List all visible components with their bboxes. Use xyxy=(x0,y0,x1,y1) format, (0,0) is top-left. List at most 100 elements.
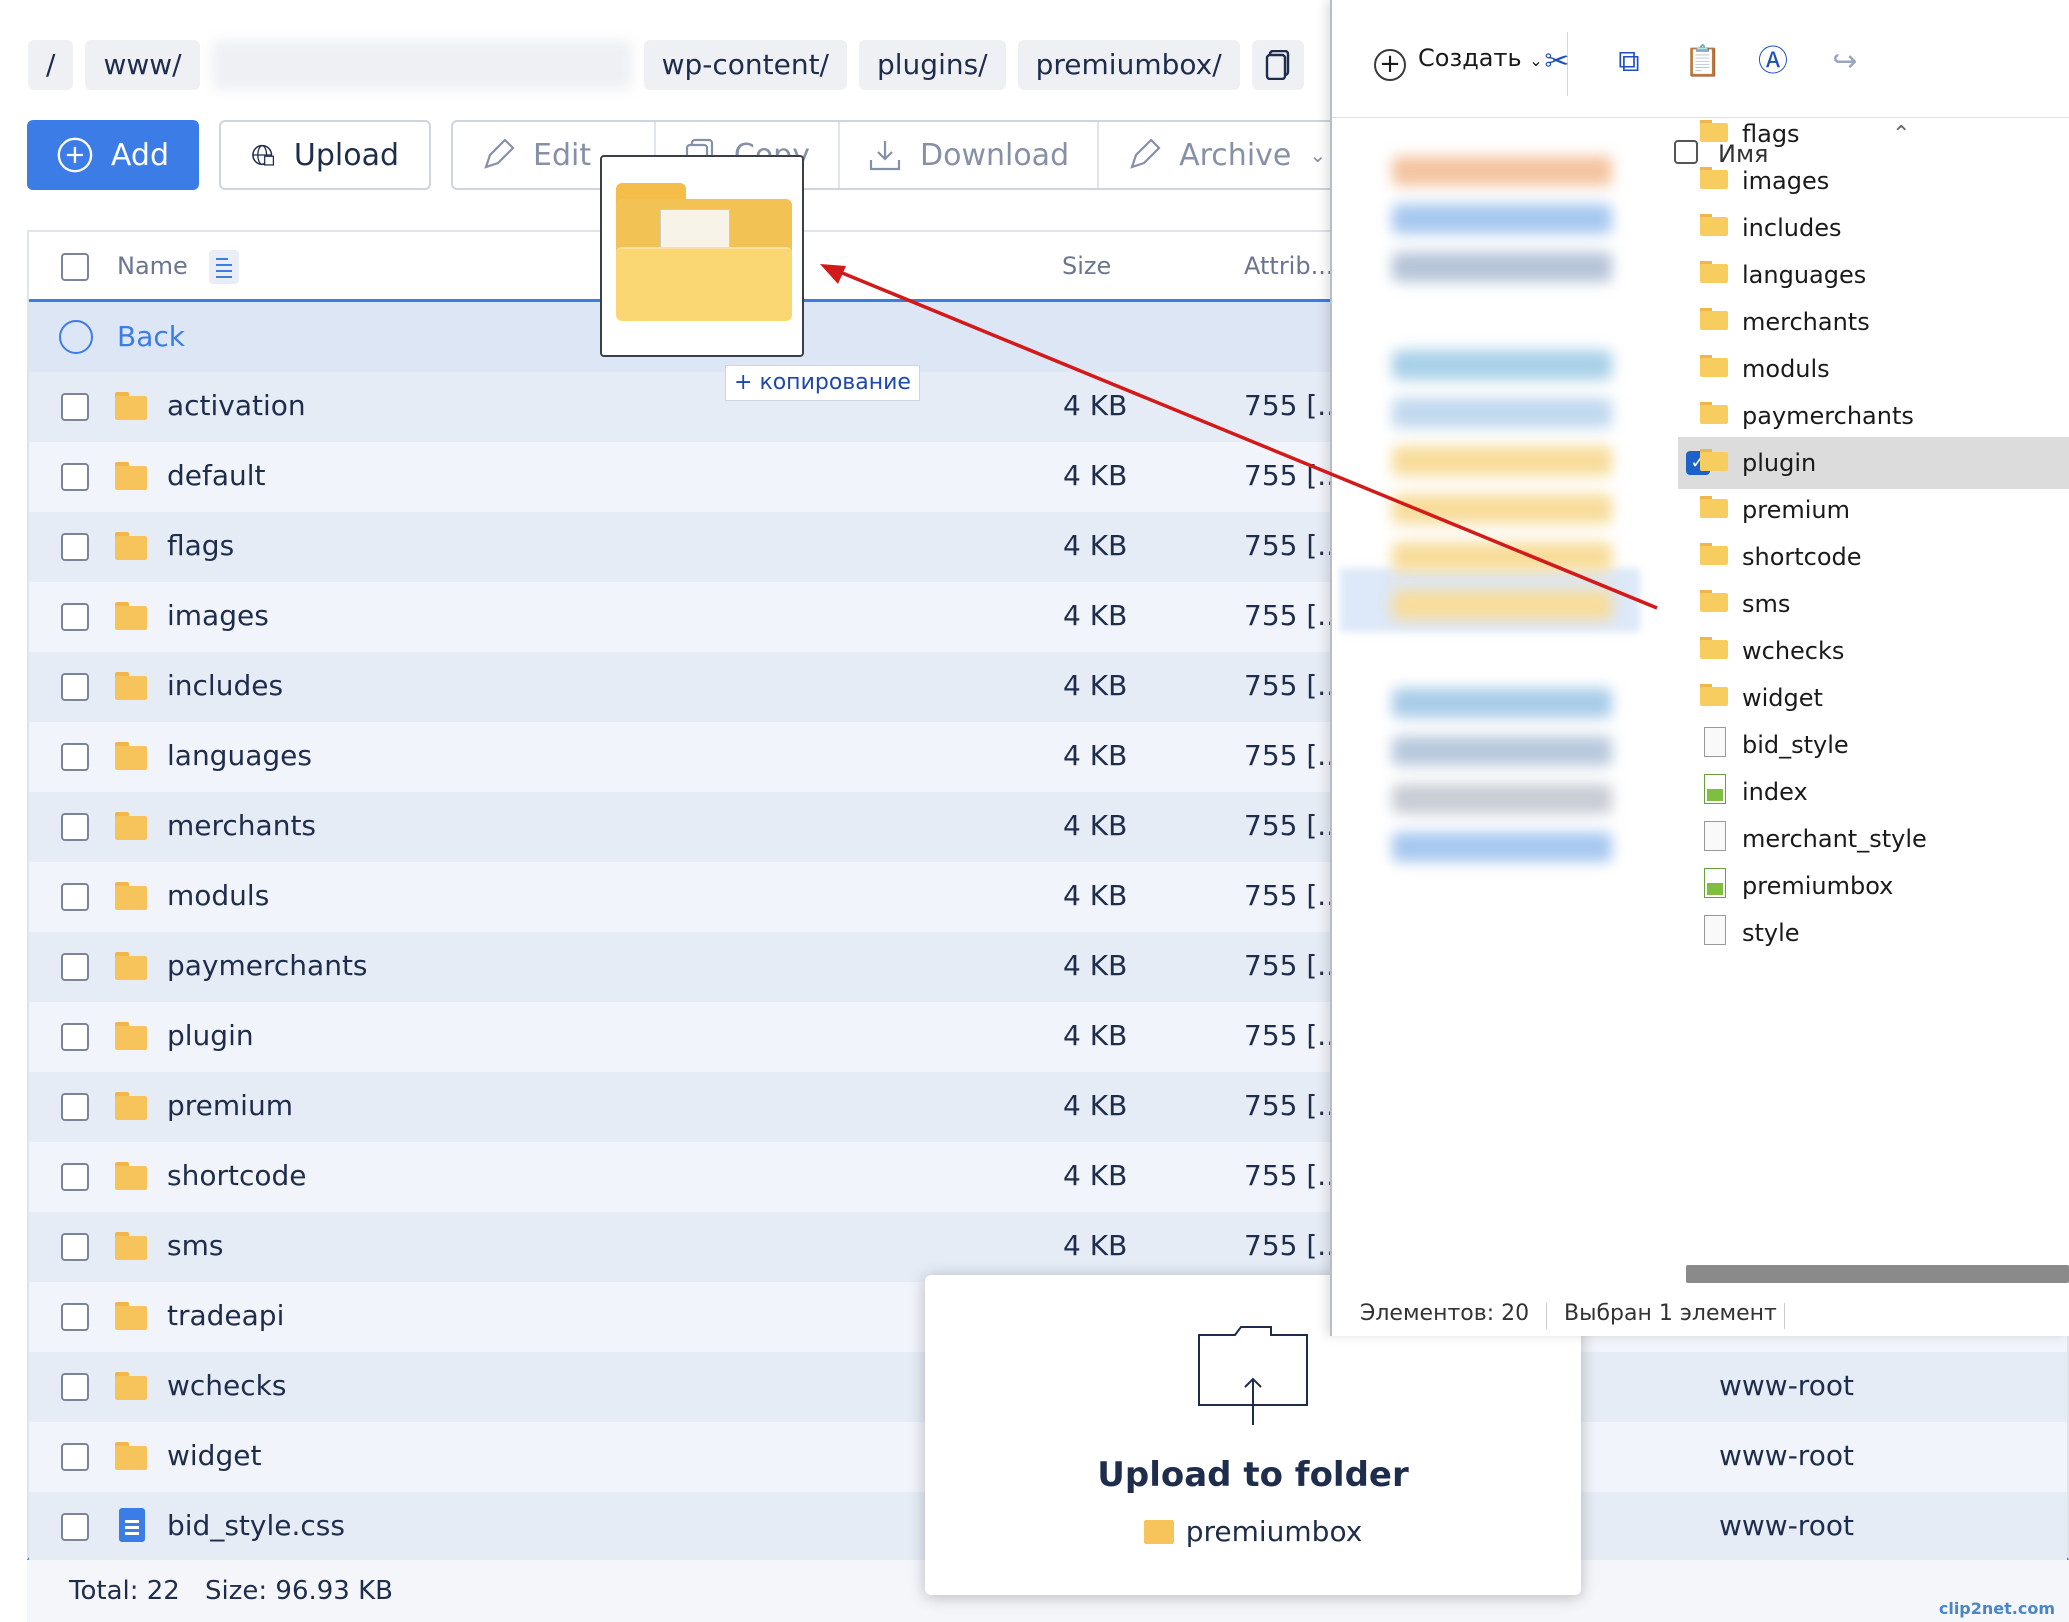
copy-icon[interactable]: ⧉ xyxy=(1612,45,1646,79)
file-name: wchecks xyxy=(167,1369,287,1402)
upload-label: Upload xyxy=(293,137,399,173)
column-attributes[interactable]: Attrib... xyxy=(1244,252,1333,280)
breadcrumb-www[interactable]: www/ xyxy=(85,40,200,90)
cut-icon[interactable]: ✂ xyxy=(1540,45,1574,79)
file-icon xyxy=(1704,821,1726,851)
file-attributes: 755 [... xyxy=(1244,529,1344,562)
explorer-item[interactable]: languages xyxy=(1652,249,2069,301)
folder-icon xyxy=(115,1442,147,1470)
nav-item-blurred[interactable] xyxy=(1392,252,1612,282)
row-checkbox[interactable] xyxy=(61,673,89,701)
nav-item-blurred[interactable] xyxy=(1392,350,1612,380)
row-checkbox[interactable] xyxy=(61,953,89,981)
paste-icon[interactable]: 📋 xyxy=(1684,45,1721,79)
add-button[interactable]: Add xyxy=(27,120,199,190)
row-checkbox[interactable] xyxy=(61,1303,89,1331)
globe-upload-icon xyxy=(252,144,275,166)
row-checkbox[interactable] xyxy=(61,1093,89,1121)
row-checkbox[interactable] xyxy=(61,1513,89,1541)
row-checkbox[interactable] xyxy=(61,883,89,911)
nav-item-blurred[interactable] xyxy=(1392,688,1612,718)
breadcrumb-wp-content[interactable]: wp-content/ xyxy=(643,40,847,90)
file-attributes: 755 [... xyxy=(1244,809,1344,842)
nav-item-blurred[interactable] xyxy=(1392,204,1612,234)
explorer-item[interactable]: flags xyxy=(1652,118,2069,160)
explorer-item[interactable]: premium xyxy=(1652,484,2069,536)
nav-item-blurred[interactable] xyxy=(1392,398,1612,428)
row-checkbox[interactable] xyxy=(61,463,89,491)
nav-item-blurred[interactable] xyxy=(1392,832,1612,862)
row-checkbox[interactable] xyxy=(61,533,89,561)
explorer-item[interactable]: includes xyxy=(1652,202,2069,254)
file-size: 4 KB xyxy=(1063,1229,1128,1262)
breadcrumb-domain-blurred[interactable] xyxy=(211,40,632,90)
drag-ghost xyxy=(600,155,804,357)
row-checkbox[interactable] xyxy=(61,1023,89,1051)
file-size: 4 KB xyxy=(1063,389,1128,422)
explorer-item[interactable]: widget xyxy=(1652,672,2069,724)
explorer-item[interactable]: bid_style xyxy=(1652,719,2069,771)
explorer-item[interactable]: wchecks xyxy=(1652,625,2069,677)
archive-button[interactable]: Archive ⌄ xyxy=(1099,122,1349,188)
column-name[interactable]: Name xyxy=(117,252,188,280)
explorer-item[interactable]: ✓ plugin xyxy=(1678,437,2069,489)
breadcrumb-premiumbox[interactable]: premiumbox/ xyxy=(1017,40,1240,90)
file-size: 4 KB xyxy=(1063,1089,1128,1122)
download-button[interactable]: Download xyxy=(840,122,1100,188)
row-checkbox[interactable] xyxy=(61,1163,89,1191)
explorer-item[interactable]: images xyxy=(1652,155,2069,207)
create-button[interactable]: + Создать ⌄ xyxy=(1374,44,1543,81)
nav-item-blurred[interactable] xyxy=(1392,784,1612,814)
explorer-item-name: images xyxy=(1742,167,1830,195)
upload-button[interactable]: Upload xyxy=(219,120,431,190)
explorer-item[interactable]: paymerchants xyxy=(1652,390,2069,442)
share-icon[interactable]: ↪ xyxy=(1828,45,1862,79)
row-checkbox[interactable] xyxy=(61,743,89,771)
select-all-checkbox[interactable] xyxy=(61,253,89,281)
explorer-item[interactable]: premiumbox xyxy=(1652,860,2069,912)
rename-icon[interactable]: Ⓐ xyxy=(1756,45,1790,79)
row-checkbox[interactable] xyxy=(61,393,89,421)
create-label: Создать xyxy=(1418,44,1522,72)
explorer-item[interactable]: moduls xyxy=(1652,343,2069,395)
file-size: 4 KB xyxy=(1063,739,1128,772)
folder-icon xyxy=(1700,261,1728,283)
upload-folder-name: premiumbox xyxy=(1185,1515,1363,1548)
sort-icon[interactable] xyxy=(209,250,239,284)
nav-item-blurred[interactable] xyxy=(1392,736,1612,766)
total-size: Size: 96.93 KB xyxy=(205,1576,393,1606)
explorer-item[interactable]: shortcode xyxy=(1652,531,2069,583)
css-file-icon xyxy=(119,1508,145,1542)
explorer-horizontal-scrollbar[interactable] xyxy=(1686,1265,2069,1283)
explorer-item[interactable]: sms xyxy=(1652,578,2069,630)
nav-item-blurred[interactable] xyxy=(1392,494,1612,524)
row-checkbox[interactable] xyxy=(61,603,89,631)
file-name: activation xyxy=(167,389,306,422)
folder-icon xyxy=(115,392,147,420)
folder-icon xyxy=(1700,590,1728,612)
file-name: languages xyxy=(167,739,312,772)
column-size[interactable]: Size xyxy=(1062,252,1111,280)
explorer-item[interactable]: index xyxy=(1652,766,2069,818)
explorer-item-name: merchant_style xyxy=(1742,825,1927,853)
folder-icon xyxy=(1700,402,1728,424)
nav-item-blurred[interactable] xyxy=(1392,156,1612,186)
nav-item-blurred[interactable] xyxy=(1392,590,1612,620)
explorer-item[interactable]: style xyxy=(1652,907,2069,959)
row-checkbox[interactable] xyxy=(61,1443,89,1471)
row-checkbox[interactable] xyxy=(61,1373,89,1401)
row-checkbox[interactable] xyxy=(61,813,89,841)
nav-item-blurred[interactable] xyxy=(1392,542,1612,572)
file-name: premium xyxy=(167,1089,293,1122)
file-owner: www-root xyxy=(1719,1369,1854,1402)
breadcrumb-root[interactable]: / xyxy=(28,40,74,90)
breadcrumb-plugins[interactable]: plugins/ xyxy=(859,40,1006,90)
row-checkbox[interactable] xyxy=(61,1233,89,1261)
copy-path-icon[interactable] xyxy=(1251,40,1304,90)
explorer-item[interactable]: merchants xyxy=(1652,296,2069,348)
folder-icon xyxy=(115,1372,147,1400)
nav-item-blurred[interactable] xyxy=(1392,446,1612,476)
explorer-item-name: wchecks xyxy=(1742,637,1845,665)
explorer-item[interactable]: merchant_style xyxy=(1652,813,2069,865)
file-name: tradeapi xyxy=(167,1299,285,1332)
